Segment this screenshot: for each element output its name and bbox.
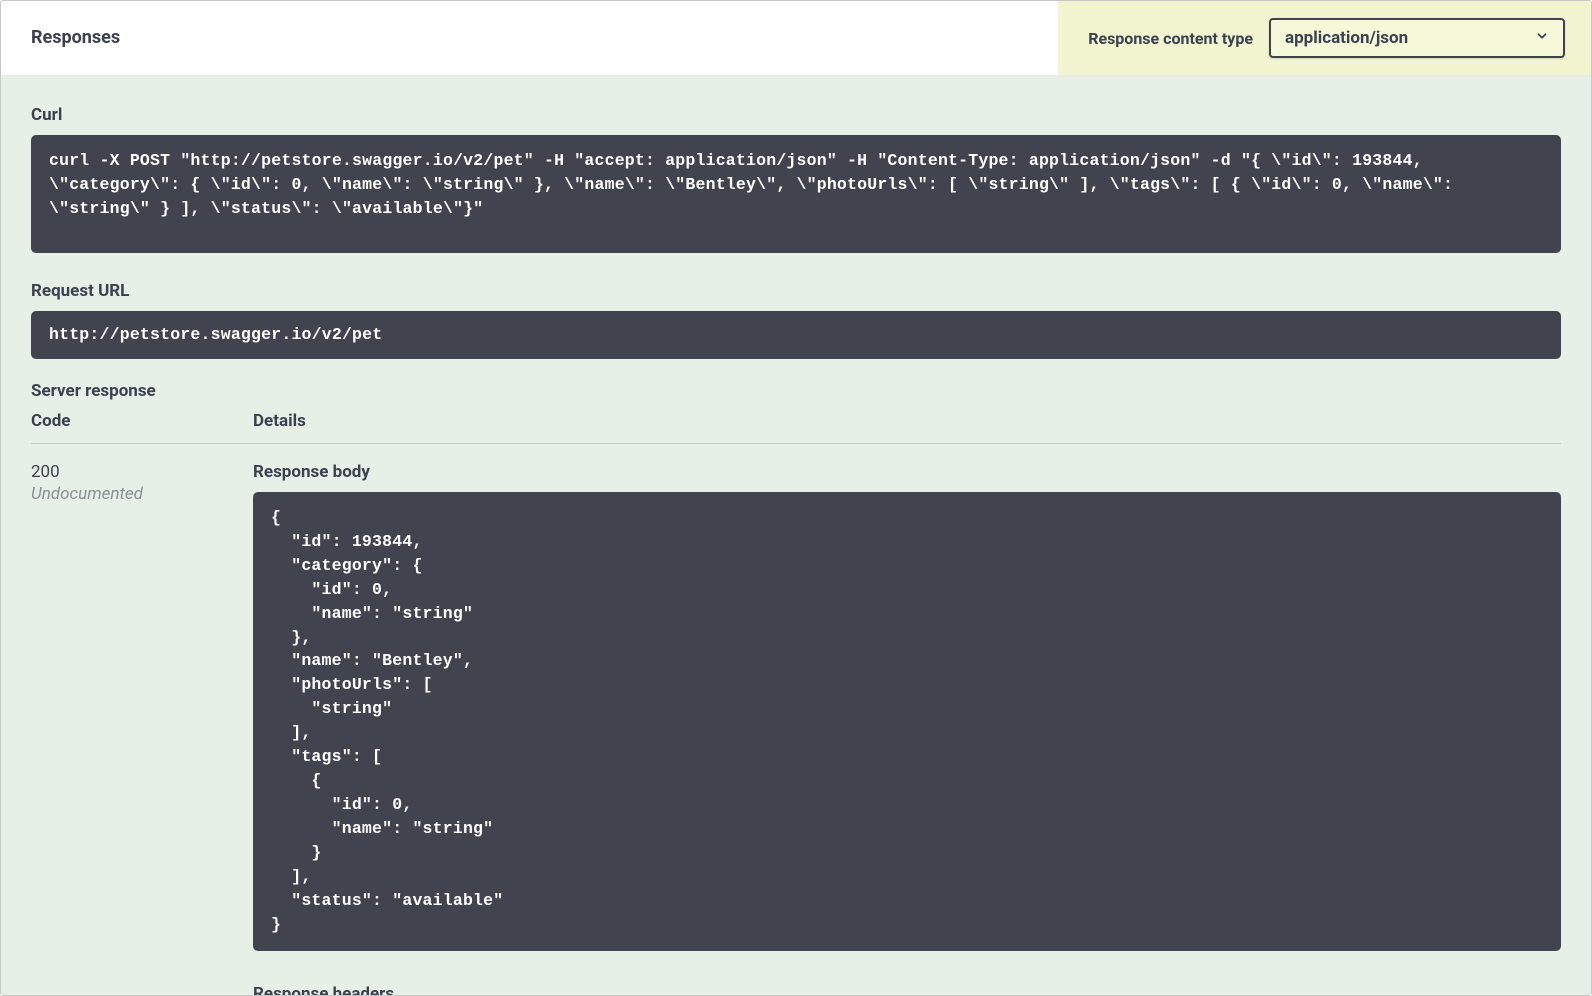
content-type-label: Response content type [1088,29,1253,48]
response-body-value[interactable]: { "id": 193844, "category": { "id": 0, "… [253,492,1561,951]
curl-label: Curl [31,105,1561,125]
table-head: Code Details [31,411,1561,444]
server-response-table: Code Details 200 Undocumented Response b… [31,411,1561,951]
status-note: Undocumented [31,484,253,504]
col-header-code: Code [31,411,253,431]
responses-body: Curl curl -X POST "http://petstore.swagg… [1,75,1591,995]
request-url-label: Request URL [31,281,1561,301]
chevron-down-icon [1535,28,1549,48]
table-row: 200 Undocumented Response body { "id": 1… [31,444,1561,951]
status-code: 200 [31,462,253,482]
curl-command[interactable]: curl -X POST "http://petstore.swagger.io… [31,135,1561,253]
response-body-label: Response body [253,462,1561,482]
server-response-label: Server response [31,381,1561,401]
col-header-details: Details [253,411,1561,431]
code-cell: 200 Undocumented [31,462,253,951]
responses-header: Responses Response content type applicat… [1,1,1591,75]
content-type-panel: Response content type application/json [1058,1,1591,75]
content-type-value: application/json [1285,28,1408,48]
content-type-select[interactable]: application/json [1269,18,1565,58]
response-headers-label: Response headers [253,984,394,996]
details-cell: Response body { "id": 193844, "category"… [253,462,1561,951]
request-url-value[interactable]: http://petstore.swagger.io/v2/pet [31,311,1561,359]
responses-title: Responses [1,1,120,75]
